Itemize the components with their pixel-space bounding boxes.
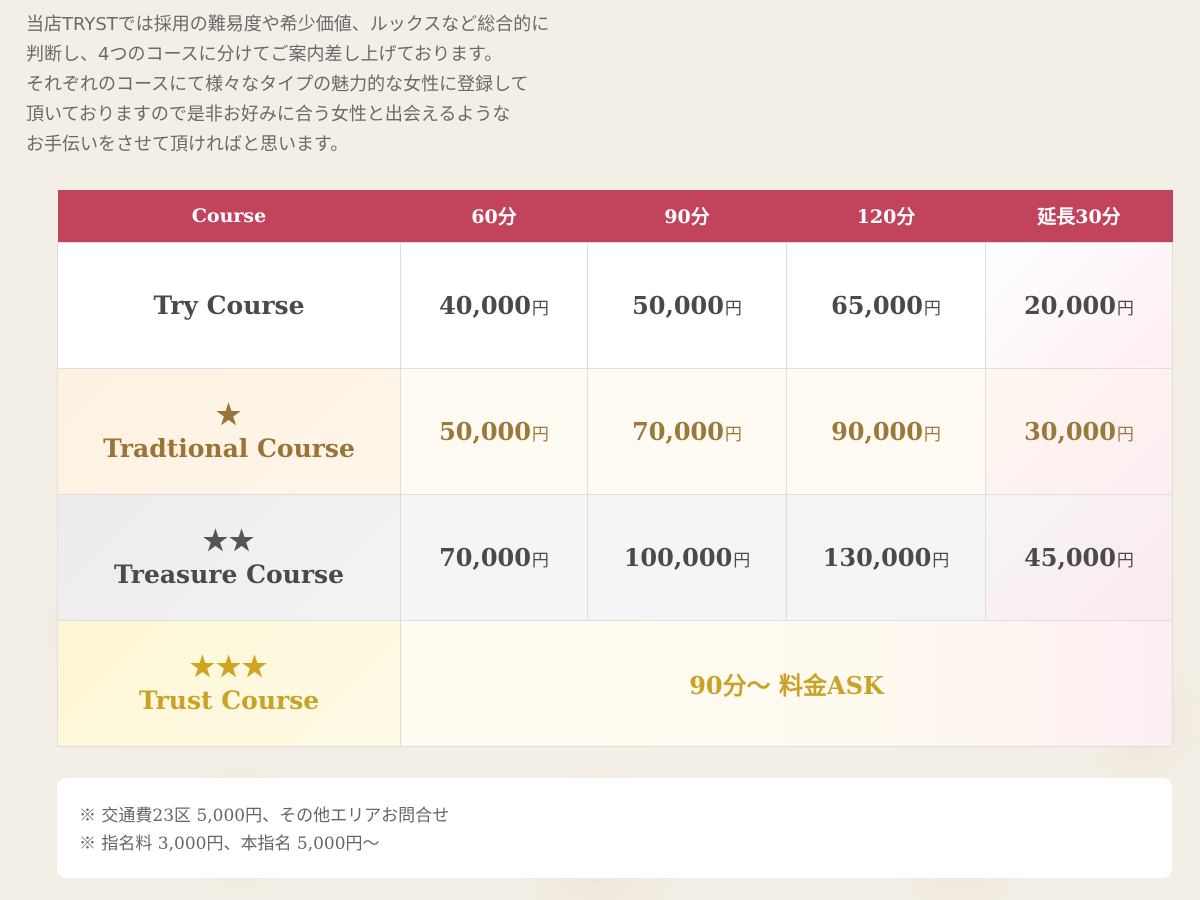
price-cell: 90,000円: [786, 367, 986, 495]
note-line: ※ 指名料 3,000円、本指名 5,000円～: [79, 834, 380, 854]
price-value: 65,000: [831, 290, 923, 320]
yen-unit: 円: [724, 424, 742, 445]
star-icon: ★★: [202, 523, 256, 557]
course-name: Treasure Course: [114, 559, 344, 589]
price-value: 130,000: [822, 542, 932, 572]
price-cell: 65,000円: [786, 241, 986, 369]
price-ask-cell: 90分～ 料金ASK: [400, 619, 1173, 747]
header-120min: 120分: [786, 190, 986, 242]
price-cell: 70,000円: [400, 493, 588, 621]
header-60min: 60分: [400, 190, 588, 242]
price-cell: 50,000円: [587, 241, 787, 369]
price-value: 30,000: [1024, 416, 1116, 446]
yen-unit: 円: [724, 298, 742, 319]
price-value: 45,000: [1024, 542, 1116, 572]
price-value: 70,000: [632, 416, 724, 446]
price-value: 40,000: [439, 290, 531, 320]
course-name: Trust Course: [138, 685, 320, 715]
yen-unit: 円: [932, 550, 950, 571]
intro-line: 判断し、4つのコースに分けてご案内差し上げております。: [26, 44, 503, 65]
table-row-trust-course: ★★★ Trust Course 90分～ 料金ASK: [57, 619, 1173, 747]
yen-unit: 円: [531, 424, 549, 445]
price-cell: 50,000円: [400, 367, 588, 495]
notes-box: ※ 交通費23区 5,000円、その他エリアお問合せ ※ 指名料 3,000円、…: [57, 778, 1172, 878]
note-line: ※ 交通費23区 5,000円、その他エリアお問合せ: [79, 806, 450, 826]
course-name: Try Course: [153, 290, 305, 320]
header-course: Course: [57, 190, 401, 242]
yen-unit: 円: [531, 298, 549, 319]
course-cell: ★ Tradtional Course: [57, 367, 401, 495]
price-table: Course 60分 90分 120分 延長30分 Try Course 40,…: [57, 190, 1173, 747]
price-value: 70,000: [439, 542, 531, 572]
yen-unit: 円: [1116, 424, 1134, 445]
header-extension-30min: 延長30分: [985, 190, 1173, 242]
table-row-traditional-course: ★ Tradtional Course 50,000円 70,000円 90,0…: [57, 367, 1173, 495]
yen-unit: 円: [923, 298, 941, 319]
price-value: 50,000: [439, 416, 531, 446]
intro-line: 当店TRYSTでは採用の難易度や希少価値、ルックスなど総合的に: [26, 14, 550, 35]
yen-unit: 円: [531, 550, 549, 571]
yen-unit: 円: [923, 424, 941, 445]
star-icon: ★★★: [189, 649, 269, 683]
course-name: Tradtional Course: [103, 433, 355, 463]
intro-line: 頂いておりますので是非お好みに合う女性と出会えるような: [26, 104, 511, 125]
price-cell: 130,000円: [786, 493, 986, 621]
price-value: 100,000: [623, 542, 733, 572]
table-row-try-course: Try Course 40,000円 50,000円 65,000円 20,00…: [57, 241, 1173, 369]
yen-unit: 円: [1116, 550, 1134, 571]
price-value: 50,000: [632, 290, 724, 320]
price-cell: 20,000円: [985, 241, 1173, 369]
header-90min: 90分: [587, 190, 787, 242]
price-cell: 45,000円: [985, 493, 1173, 621]
intro-line: お手伝いをさせて頂ければと思います。: [26, 134, 349, 155]
price-value: 20,000: [1024, 290, 1116, 320]
table-row-treasure-course: ★★ Treasure Course 70,000円 100,000円 130,…: [57, 493, 1173, 621]
course-cell: ★★ Treasure Course: [57, 493, 401, 621]
intro-text: 当店TRYSTでは採用の難易度や希少価値、ルックスなど総合的に 判断し、4つのコ…: [26, 10, 646, 160]
intro-line: それぞれのコースにて様々なタイプの魅力的な女性に登録して: [26, 74, 529, 95]
price-value: 90,000: [831, 416, 923, 446]
yen-unit: 円: [733, 550, 751, 571]
price-cell: 100,000円: [587, 493, 787, 621]
price-cell: 70,000円: [587, 367, 787, 495]
price-cell: 40,000円: [400, 241, 588, 369]
star-icon: ★: [215, 397, 243, 431]
table-header-row: Course 60分 90分 120分 延長30分: [57, 190, 1173, 242]
yen-unit: 円: [1116, 298, 1134, 319]
price-cell: 30,000円: [985, 367, 1173, 495]
course-cell: Try Course: [57, 241, 401, 369]
course-cell: ★★★ Trust Course: [57, 619, 401, 747]
